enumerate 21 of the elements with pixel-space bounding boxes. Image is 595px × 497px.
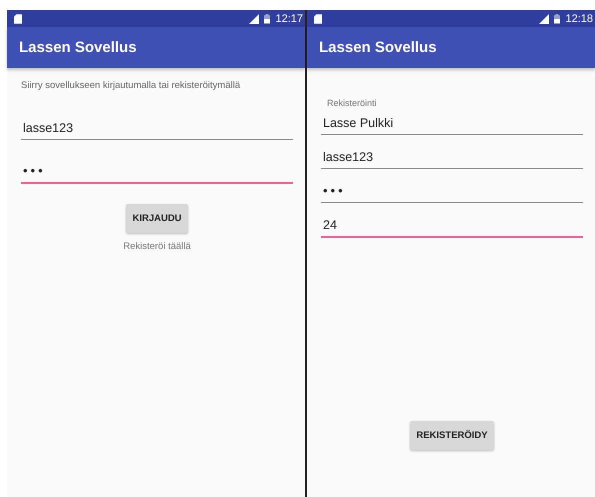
input-field[interactable]: Lasse Pulkki	[321, 114, 583, 135]
register-link[interactable]: Rekisteröi täällä	[123, 241, 191, 252]
clock-time: 12:18	[565, 12, 593, 24]
register-button[interactable]: REKISTERÖIDY	[410, 421, 494, 450]
battery-icon	[554, 14, 560, 24]
input-field[interactable]: lasse123	[21, 119, 293, 140]
signal-icon	[539, 14, 550, 24]
form-heading: Rekisteröinti	[327, 98, 378, 108]
password-field[interactable]: •••	[321, 182, 583, 203]
clock-time: 12:17	[275, 12, 303, 24]
sd-card-icon	[14, 14, 22, 24]
signal-icon	[249, 14, 260, 24]
instruction-text: Siirry sovellukseen kirjautumalla tai rekisteröitymällä	[21, 80, 242, 91]
password-field[interactable]: •••	[21, 162, 293, 184]
login-button[interactable]: KIRJAUDU	[126, 204, 188, 233]
sd-card-icon	[314, 14, 322, 24]
battery-icon	[264, 14, 270, 24]
input-field[interactable]: 24	[321, 216, 583, 238]
app-title: Lassen Sovellus	[319, 39, 437, 56]
input-field[interactable]: lasse123	[321, 148, 583, 169]
app-title: Lassen Sovellus	[19, 39, 137, 56]
